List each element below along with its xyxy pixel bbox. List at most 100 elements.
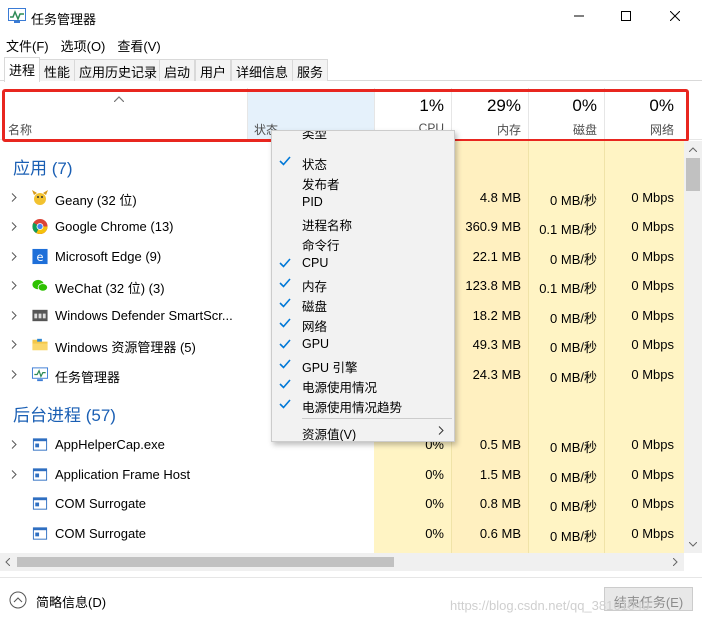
process-name: Microsoft Edge (9) — [55, 249, 162, 264]
memory-value: 4.8 MB — [479, 190, 521, 205]
checkmark-icon — [279, 359, 291, 369]
defender-icon — [32, 309, 48, 322]
menu-item-cpu[interactable]: CPU — [272, 253, 454, 273]
disk-value: 0 MB/秒 — [550, 193, 597, 208]
table-row[interactable]: COM Surrogate 0% 0.8 MB 0 MB/秒 0 Mbps — [0, 489, 684, 518]
chevron-right-icon[interactable] — [11, 252, 17, 261]
menu-item-gpu[interactable]: GPU — [272, 334, 454, 354]
minimize-icon — [574, 15, 584, 17]
vertical-scroll-thumb[interactable] — [686, 158, 700, 191]
vertical-scrollbar[interactable] — [684, 141, 702, 553]
network-value: 0 Mbps — [631, 526, 674, 541]
minimize-button[interactable] — [556, 0, 602, 32]
window-app-icon — [32, 438, 48, 451]
memory-value: 24.3 MB — [472, 367, 521, 382]
network-value: 0 Mbps — [631, 496, 674, 511]
process-name: Windows 资源管理器 (5) — [55, 340, 196, 355]
menu-item-pid[interactable]: PID — [272, 192, 454, 212]
network-value: 0 Mbps — [631, 249, 674, 264]
menu-item-power-usage[interactable]: 电源使用情况 — [272, 374, 454, 395]
memory-value: 22.1 MB — [472, 249, 521, 264]
menu-item-gpu-engine[interactable]: GPU 引擎 — [272, 354, 454, 375]
menu-item-power-usage-trend[interactable]: 电源使用情况趋势 — [272, 394, 454, 415]
section-title-apps: 应用 (7) — [13, 159, 73, 178]
disk-value: 0 MB/秒 — [550, 440, 597, 455]
maximize-button[interactable] — [603, 0, 649, 32]
network-value: 0 Mbps — [631, 308, 674, 323]
chevron-right-icon[interactable] — [11, 281, 17, 290]
menu-item-status[interactable]: 状态 — [272, 151, 454, 172]
menu-view[interactable]: 查看(V) — [111, 33, 166, 55]
cpu-value: 0% — [425, 526, 444, 541]
menu-file[interactable]: 文件(F) — [0, 33, 55, 55]
disk-value: 0.1 MB/秒 — [539, 281, 597, 296]
memory-value: 123.8 MB — [465, 278, 521, 293]
window-app-icon — [32, 468, 48, 481]
scroll-up-icon[interactable] — [689, 147, 697, 152]
disk-value: 0.1 MB/秒 — [539, 222, 597, 237]
chevron-right-icon[interactable] — [11, 470, 17, 479]
chevron-right-icon[interactable] — [11, 222, 17, 231]
table-row[interactable]: Application Frame Host 0% 1.5 MB 0 MB/秒 … — [0, 460, 684, 489]
network-value: 0 Mbps — [631, 278, 674, 293]
network-value: 0 Mbps — [631, 219, 674, 234]
chevron-right-icon[interactable] — [11, 340, 17, 349]
menu-item-memory[interactable]: 内存 — [272, 273, 454, 294]
menu-item-label: 类型 — [302, 130, 328, 141]
section-title-background: 后台进程 (57) — [13, 406, 116, 425]
disk-value: 0 MB/秒 — [550, 470, 597, 485]
chevron-right-icon[interactable] — [11, 193, 17, 202]
checkmark-icon — [279, 399, 291, 409]
collapse-details-icon[interactable] — [9, 591, 27, 609]
checkmark-icon — [279, 318, 291, 328]
memory-value: 49.3 MB — [472, 337, 521, 352]
fewer-details-link[interactable]: 简略信息(D) — [36, 592, 106, 611]
scroll-left-icon[interactable] — [5, 558, 10, 566]
tab-startup[interactable]: 启动 — [159, 59, 196, 81]
tab-users[interactable]: 用户 — [195, 59, 232, 81]
checkmark-icon — [279, 258, 291, 268]
menu-item-network[interactable]: 网络 — [272, 313, 454, 334]
scroll-right-icon[interactable] — [673, 558, 678, 566]
disk-value: 0 MB/秒 — [550, 529, 597, 544]
menu-item-label: GPU — [302, 337, 330, 351]
menu-item-publisher[interactable]: 发布者 — [272, 171, 454, 192]
memory-value: 360.9 MB — [465, 219, 521, 234]
menu-item-label: 命令行 — [302, 239, 340, 253]
menu-item-disk[interactable]: 磁盘 — [272, 293, 454, 314]
menu-item-resource-values[interactable]: 资源值(V) — [272, 421, 454, 441]
horizontal-scroll-thumb[interactable] — [17, 557, 394, 567]
chevron-right-icon[interactable] — [11, 370, 17, 379]
menu-item-command-line[interactable]: 命令行 — [272, 232, 454, 253]
window-title: 任务管理器 — [31, 12, 97, 27]
tab-app-history[interactable]: 应用历史记录 — [74, 59, 163, 81]
scroll-down-icon[interactable] — [689, 542, 697, 547]
memory-value: 0.6 MB — [479, 526, 521, 541]
tab-performance[interactable]: 性能 — [39, 59, 76, 81]
chevron-right-icon[interactable] — [11, 311, 17, 320]
svg-text:e: e — [37, 250, 44, 264]
disk-value: 0 MB/秒 — [550, 311, 597, 326]
tab-details[interactable]: 详细信息 — [231, 59, 294, 81]
tab-services[interactable]: 服务 — [292, 59, 329, 81]
edge-icon: e — [32, 248, 48, 265]
menu-item-label: 网络 — [302, 320, 328, 334]
menu-item-process-name[interactable]: 进程名称 — [272, 212, 454, 233]
network-value: 0 Mbps — [631, 437, 674, 452]
chevron-right-icon[interactable] — [11, 440, 17, 449]
tab-processes[interactable]: 进程 — [4, 57, 41, 82]
window-app-icon — [32, 497, 48, 510]
process-name: COM Surrogate — [55, 496, 147, 511]
menu-bar: 文件(F) 选项(O) 查看(V) — [0, 33, 167, 55]
disk-value: 0 MB/秒 — [550, 340, 597, 355]
checkmark-icon — [279, 379, 291, 389]
menu-item-label: PID — [302, 195, 323, 209]
checkmark-icon — [279, 278, 291, 288]
process-name: Application Frame Host — [55, 467, 191, 482]
menu-options[interactable]: 选项(O) — [55, 33, 112, 55]
wechat-icon — [32, 279, 48, 292]
close-icon — [670, 11, 680, 21]
close-button[interactable] — [652, 0, 698, 32]
table-row[interactable]: COM Surrogate 0% 0.6 MB 0 MB/秒 0 Mbps — [0, 519, 684, 548]
menu-item-type[interactable]: 类型 — [272, 131, 454, 151]
